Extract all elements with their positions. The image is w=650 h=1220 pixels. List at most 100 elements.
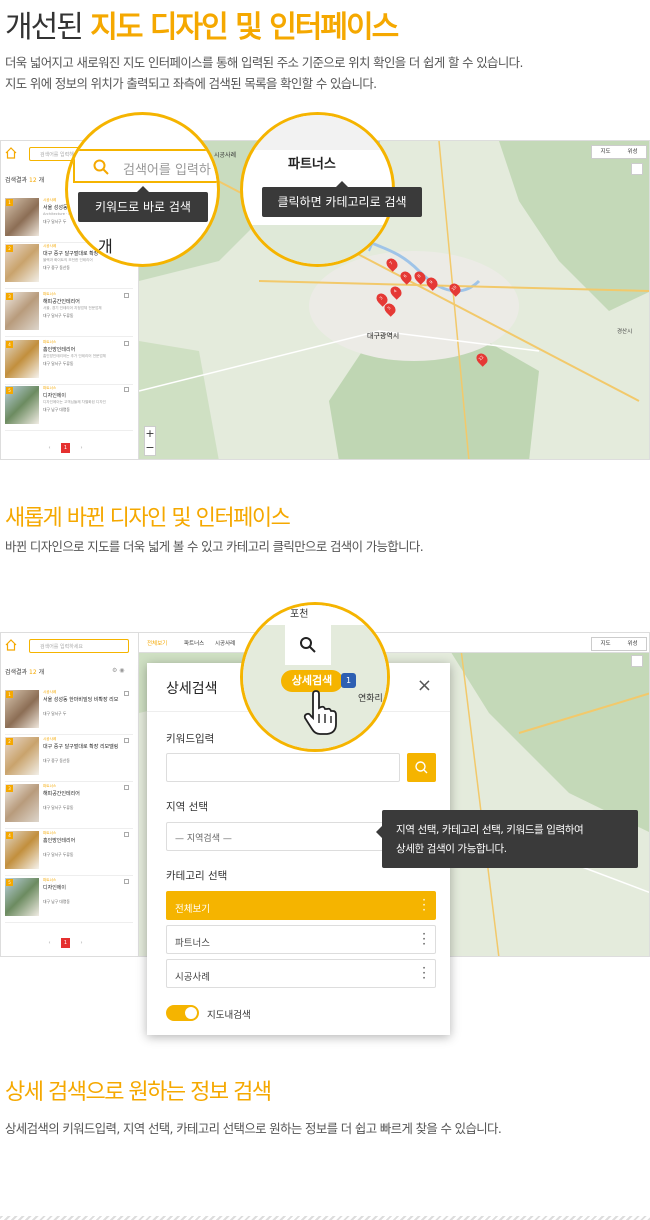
next-page-button[interactable]: › (77, 938, 86, 948)
item-title: 홈인방인테리어 (43, 347, 76, 353)
category-tab-bar: 전체보기 파트너스 시공사례 (139, 633, 649, 653)
search-icon (300, 637, 316, 653)
zoom-out-icon[interactable]: − (145, 441, 155, 455)
item-address: 대구 달서구 두 (43, 219, 67, 224)
section3-para: 상세검색의 키워드입력, 지역 선택, 카테고리 선택으로 원하는 정보를 더 … (5, 1121, 502, 1136)
section1-para1: 더욱 넓어지고 새로워진 지도 인터페이스를 통해 입력된 주소 기준으로 위치… (5, 55, 523, 70)
item-title: 서울 성성동 한마비빌딩 비확장 리모 (43, 697, 119, 703)
external-link-icon[interactable] (124, 738, 129, 743)
map-type-switch[interactable]: 지도 위성 (591, 145, 647, 159)
sidebar-search-input[interactable]: 검색어를 입력하세요 (29, 639, 129, 653)
list-item[interactable]: 3 파트너스 해피공간인테리어 대구 달서구 두류동 (5, 781, 133, 829)
detail-search-tooltip: 지역 선택, 카테고리 선택, 키워드를 입력하여 상세한 검색이 가능합니다. (376, 810, 638, 868)
detail-search-button[interactable]: 상세검색 (281, 670, 343, 692)
zoomed-search-input[interactable]: 검색어를 입력하 (73, 149, 217, 183)
section1-para2: 지도 위에 정보의 위치가 출력되고 좌측에 검색된 목록을 확인할 수 있습니… (5, 76, 377, 91)
list-item[interactable]: 4 파트너스 홈인방인테리어 홈인방인테리어는 추가 인테리어 전문업체 대구 … (5, 337, 133, 385)
map-type-switch[interactable]: 지도 위성 (591, 637, 647, 651)
external-link-icon[interactable] (124, 832, 129, 837)
list-item[interactable]: 5 파트너스 디자인에이 디자인에이는 고객님들께 차별화된 디자인 대구 남구… (5, 383, 133, 431)
close-icon[interactable]: × (417, 675, 432, 696)
section2-para: 바뀐 디자인으로 지도를 더욱 넓게 볼 수 있고 카테고리 클릭만으로 검색이… (5, 539, 424, 554)
tab-case[interactable]: 시공사례 (214, 150, 236, 159)
map-type-satellite[interactable]: 위성 (619, 638, 646, 650)
item-desc: 블랙과 화이트의 모던한 인테리어 (43, 258, 93, 262)
item-address: 대구 중구 동산동 (43, 265, 70, 270)
page-button[interactable]: 1 (61, 443, 70, 453)
page-button[interactable]: 1 (61, 938, 70, 948)
item-tag: 시공사례 (43, 244, 57, 248)
category-label: 카테고리 선택 (166, 870, 228, 882)
fullscreen-icon[interactable] (631, 163, 643, 175)
list-item[interactable]: 1 시공사례 서울 성성동 한마비빌딩 비확장 리모 대구 달서구 두 (5, 687, 133, 735)
more-vertical-icon[interactable]: · · · (422, 928, 426, 950)
item-tag: 시공사례 (43, 737, 57, 741)
item-address: 대구 달서구 두류동 (43, 361, 74, 366)
item-title: 해피공간인테리어 (43, 299, 80, 305)
list-item[interactable]: 4 파트너스 홈인방인테리어 대구 달서구 두류동 (5, 828, 133, 876)
external-link-icon[interactable] (124, 879, 129, 884)
item-title: 디자인에이 (43, 885, 67, 891)
item-title: 서울 성성동 (43, 205, 68, 211)
region-label: 지역 선택 (166, 801, 208, 813)
external-link-icon[interactable] (124, 387, 129, 392)
zoom-in-icon[interactable]: + (145, 427, 155, 441)
item-title: 대구 중구 달구벌대로 확장 (43, 251, 99, 257)
list-item[interactable]: 5 파트너스 디자인에이 대구 남구 대명동 (5, 875, 133, 923)
item-address: 대구 중구 동산동 (43, 758, 70, 763)
list-item[interactable]: 2 시공사례 대구 중구 달구벌대로 확장 리모델링 대구 중구 동산동 (5, 734, 133, 782)
item-tag: 파트너스 (43, 831, 57, 835)
item-thumbnail: 4 (5, 831, 39, 869)
item-desc: 홈인방인테리어는 추가 인테리어 전문업체 (43, 354, 106, 358)
result-count: 검색결과 12 개 (5, 669, 45, 676)
category-option-partners[interactable]: 파트너스 · · · (166, 925, 436, 954)
tab-partners[interactable]: 파트너스 (184, 639, 204, 647)
next-page-button[interactable]: › (77, 443, 86, 453)
tab-all[interactable]: 전체보기 (147, 639, 167, 647)
item-address: 대구 남구 대명동 (43, 899, 70, 904)
section1-title-plain: 개선된 (5, 10, 84, 45)
zoomed-tab-partners[interactable]: 파트너스 (288, 153, 336, 172)
list-item[interactable]: 3 파트너스 해피공간인테리어 서울, 경기 인테리어 지정업체 전문업체 대구… (5, 289, 133, 337)
keyword-tooltip: 키워드로 바로 검색 (78, 186, 208, 222)
category-option-all[interactable]: 전체보기 · · · (166, 891, 436, 920)
prev-page-button[interactable]: ‹ (45, 938, 54, 948)
modal-title: 상세검색 (166, 681, 218, 697)
item-tag: 파트너스 (43, 784, 57, 788)
more-vertical-icon[interactable]: · · · (422, 962, 426, 984)
keyword-input[interactable] (166, 753, 400, 782)
item-tag: 파트너스 (43, 340, 57, 344)
item-tag: 파트너스 (43, 386, 57, 390)
item-title: 홈인방인테리어 (43, 838, 76, 844)
category-option-case[interactable]: 시공사례 · · · (166, 959, 436, 988)
more-vertical-icon[interactable]: · · · (422, 894, 426, 916)
tab-case[interactable]: 시공사례 (215, 639, 235, 647)
detail-button-zoom-bubble: 포천 상세검색 1 연화리 (240, 602, 390, 752)
external-link-icon[interactable] (124, 293, 129, 298)
item-thumbnail: 1 (5, 690, 39, 728)
map-type-map[interactable]: 지도 (592, 146, 619, 158)
home-icon[interactable] (5, 147, 17, 159)
section1-title: 개선된 지도 디자인 및 인터페이스 (5, 2, 399, 46)
category-tooltip: 클릭하면 카테고리로 검색 (262, 181, 422, 217)
result-sidebar: 검색어를 입력하세요 검색결과 12 개 ⚙ ◉ 1 시공사례 서울 성성동 한… (1, 633, 139, 956)
in-map-search-toggle[interactable] (166, 1005, 199, 1021)
route-badge: 1 (341, 673, 356, 688)
map-type-map[interactable]: 지도 (592, 638, 619, 650)
external-link-icon[interactable] (124, 785, 129, 790)
zoomed-search-tab[interactable] (285, 625, 331, 665)
item-thumbnail: 2 (5, 737, 39, 775)
external-link-icon[interactable] (124, 341, 129, 346)
result-count: 검색결과 12 개 (5, 177, 45, 184)
map-type-satellite[interactable]: 위성 (619, 146, 646, 158)
settings-icon[interactable]: ⚙ ◉ (112, 667, 125, 674)
keyword-search-button[interactable] (407, 753, 436, 782)
fullscreen-icon[interactable] (631, 655, 643, 667)
prev-page-button[interactable]: ‹ (45, 443, 54, 453)
item-tag: 파트너스 (43, 878, 57, 882)
external-link-icon[interactable] (124, 691, 129, 696)
in-map-search-label: 지도내검색 (207, 1010, 251, 1021)
section1-title-accent: 지도 디자인 및 인터페이스 (90, 10, 399, 45)
home-icon[interactable] (5, 639, 17, 651)
zoom-control[interactable]: + − (144, 426, 156, 456)
